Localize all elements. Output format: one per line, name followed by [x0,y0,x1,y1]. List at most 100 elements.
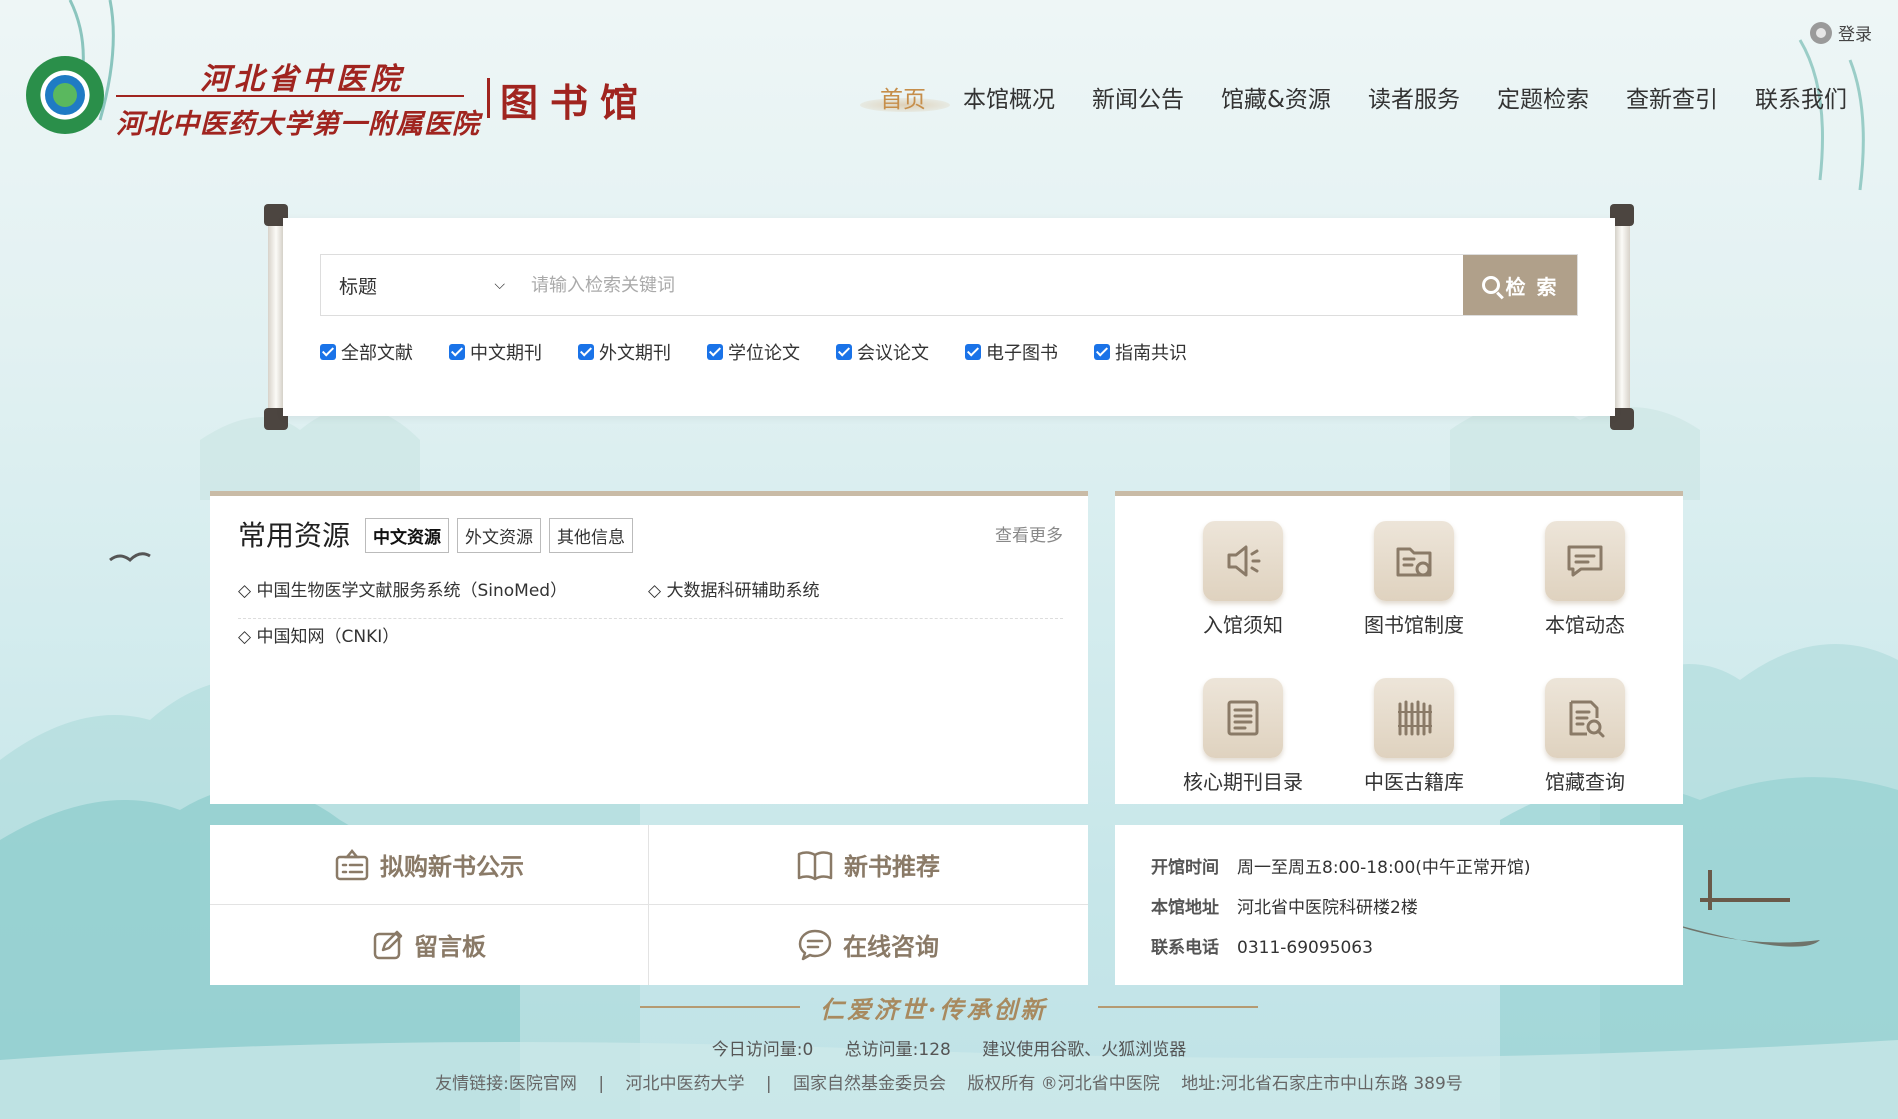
service-entry-notice[interactable]: 入馆须知 [1168,521,1318,638]
tab-foreign-resources[interactable]: 外文资源 [457,518,541,553]
filter-foreign-journals[interactable]: 外文期刊 [578,339,671,365]
filter-conference[interactable]: 会议论文 [836,339,929,365]
filter-label: 中文期刊 [470,343,542,364]
nav-collections[interactable]: 馆藏&资源 [1221,80,1331,114]
list-item-label: 中国知网（CNKI） [256,627,400,647]
info-key: 开馆时间 [1151,858,1219,878]
online-consult-button[interactable]: 在线咨询 [649,905,1087,984]
checkbox-checked[interactable] [1094,344,1110,360]
checkbox-checked[interactable] [320,344,336,360]
link-divider [648,825,649,985]
filter-label: 指南共识 [1115,343,1187,364]
filter-label: 全部文献 [341,343,413,364]
search-button-label: 检 索 [1505,274,1559,299]
link-university[interactable]: 河北中医药大学 [625,1074,744,1094]
search-scroll [283,218,1615,416]
search-button[interactable]: 检 索 [1463,255,1577,315]
see-more-link[interactable]: 查看更多 [995,521,1063,546]
chat-icon [798,929,832,960]
service-label: 入馆须知 [1203,613,1283,637]
list-divider [238,618,1063,619]
message-board-button[interactable]: 留言板 [210,905,648,984]
link-nsfc[interactable]: 国家自然基金委员会 [793,1074,946,1094]
tab-chinese-resources[interactable]: 中文资源 [365,518,449,553]
header-divider [487,78,490,118]
nav-novelty-search[interactable]: 查新查引 [1626,80,1718,114]
checkbox-checked[interactable] [836,344,852,360]
today-visits: 今日访问量:0 [711,1040,814,1060]
main-nav: 首页 本馆概况 新闻公告 馆藏&资源 读者服务 定题检索 查新查引 联系我们 [860,80,1847,114]
filter-theses[interactable]: 学位论文 [707,339,800,365]
nav-contact[interactable]: 联系我们 [1755,80,1847,114]
nav-topic-search[interactable]: 定题检索 [1497,80,1589,114]
footer-links: 友情链接:医院官网 | 河北中医药大学 | 国家自然基金委员会 版权所有 ®河北… [0,1069,1898,1094]
new-book-recommend-button[interactable]: 新书推荐 [649,825,1087,904]
services-panel: 入馆须知 图书馆制度 本馆动态 核心期刊目录 中医古籍库 馆藏查询 [1115,491,1683,804]
search-filters: 全部文献 中文期刊 外文期刊 学位论文 会议论文 电子图书 指南共识 [320,339,1223,365]
service-rules[interactable]: 图书馆制度 [1339,521,1489,638]
browser-tip: 建议使用谷歌、火狐浏览器 [982,1040,1187,1060]
checkbox-checked[interactable] [449,344,465,360]
notice-board-icon [335,848,369,880]
list-item[interactable]: ◇ 大数据科研辅助系统 [648,576,819,601]
link-label: 新书推荐 [844,853,940,881]
edit-icon [373,930,403,959]
search-field-value: 标题 [339,275,378,298]
service-core-journals[interactable]: 核心期刊目录 [1168,678,1318,795]
slogan-line-left [640,1006,800,1008]
resources-tabs: 中文资源 外文资源 其他信息 [365,518,641,553]
footer-separator: | [598,1074,605,1094]
filter-guidelines[interactable]: 指南共识 [1094,339,1187,365]
contact-phone: 联系电话 0311-69095063 [1151,933,1373,958]
copyright: 版权所有 ®河北省中医院 [967,1074,1160,1094]
login-link[interactable]: 登录 [1810,20,1872,45]
nav-news[interactable]: 新闻公告 [1092,80,1184,114]
filter-label: 电子图书 [986,343,1058,364]
link-label: 留言板 [414,933,486,961]
message-icon [1545,521,1625,601]
list-item[interactable]: ◇ 中国知网（CNKI） [238,622,399,647]
info-value: 周一至周五8:00-18:00(中午正常开馆) [1237,858,1531,878]
speaker-icon [1203,521,1283,601]
library-info-panel: 开馆时间 周一至周五8:00-18:00(中午正常开馆) 本馆地址 河北省中医院科研… [1115,825,1683,985]
filter-cn-journals[interactable]: 中文期刊 [449,339,542,365]
list-item[interactable]: ◇ 中国生物医学文献服务系统（SinoMed） [238,576,567,601]
service-collection-search[interactable]: 馆藏查询 [1510,678,1660,795]
folder-badge-icon [1374,521,1454,601]
hospital-name-line1: 河北省中医院 [200,62,404,97]
resources-title: 常用资源 [238,519,351,552]
bamboo-scroll-icon [1374,678,1454,758]
nav-reader-services[interactable]: 读者服务 [1368,80,1460,114]
nav-home[interactable]: 首页 [860,80,950,114]
tab-other-info[interactable]: 其他信息 [549,518,633,553]
checkbox-checked[interactable] [965,344,981,360]
user-icon [1810,21,1832,44]
scroll-rod-left [264,204,288,430]
nav-about[interactable]: 本馆概况 [963,80,1055,114]
info-key: 本馆地址 [1151,898,1219,918]
footer-separator: | [765,1074,772,1094]
search-input[interactable] [521,255,1463,315]
service-news[interactable]: 本馆动态 [1510,521,1660,638]
search-bar: 标题 ⌵ 检 索 [320,254,1578,316]
opening-hours: 开馆时间 周一至周五8:00-18:00(中午正常开馆) [1151,853,1531,878]
service-tcm-books[interactable]: 中医古籍库 [1339,678,1489,795]
scroll-rod-right [1610,204,1634,430]
hospital-logo[interactable] [26,56,104,134]
service-label: 中医古籍库 [1364,770,1464,794]
new-book-proposal-button[interactable]: 拟购新书公示 [210,825,648,904]
chevron-down-icon: ⌵ [494,277,505,293]
footer-slogan: 仁爱济世·传承创新 [820,995,1048,1024]
checkbox-checked[interactable] [707,344,723,360]
list-item-label: 大数据科研辅助系统 [666,581,820,601]
checkbox-checked[interactable] [578,344,594,360]
resources-panel: 常用资源 中文资源 外文资源 其他信息 查看更多 ◇ 中国生物医学文献服务系统（… [210,491,1088,804]
footer-address: 地址:河北省石家庄市中山东路 389号 [1181,1074,1463,1094]
search-icon [1481,276,1500,294]
filter-all[interactable]: 全部文献 [320,339,413,365]
filter-ebooks[interactable]: 电子图书 [965,339,1058,365]
hospital-name-line2: 河北中医药大学第一附属医院 [116,109,480,140]
filter-label: 外文期刊 [599,343,671,364]
search-field-select[interactable]: 标题 ⌵ [321,255,521,315]
link-hospital-site[interactable]: 友情链接:医院官网 [435,1074,577,1094]
